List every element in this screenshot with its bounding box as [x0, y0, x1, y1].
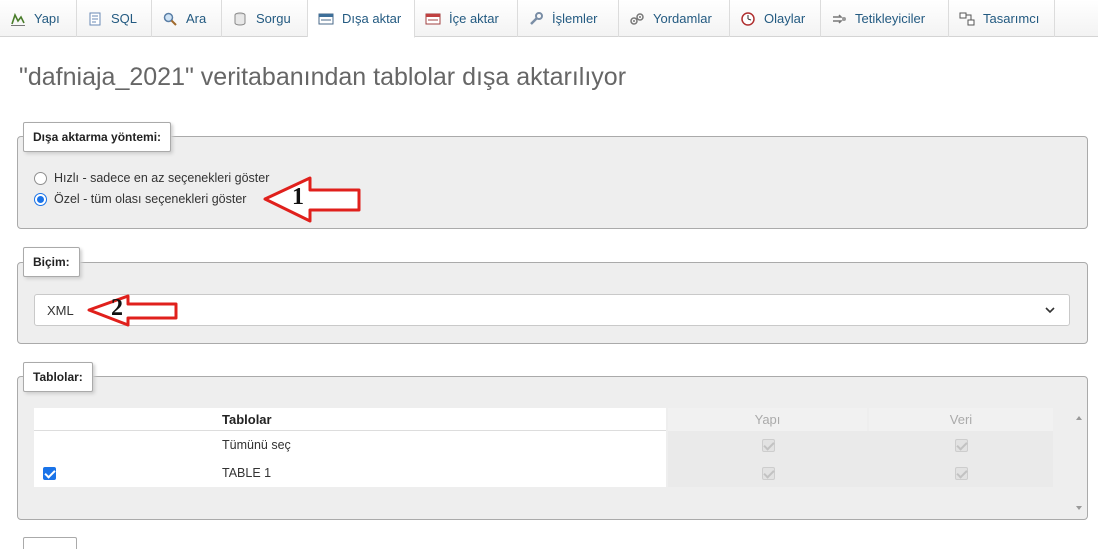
- export-method-custom-option[interactable]: Özel - tüm olası seçenekleri göster: [34, 192, 246, 206]
- select-all-data-checkbox: [955, 438, 968, 452]
- tab-routines[interactable]: Yordamlar: [619, 0, 730, 37]
- tables-legend: Tablolar:: [23, 362, 93, 392]
- tab-query[interactable]: Sorgu: [222, 0, 308, 37]
- table1-checkbox[interactable]: [43, 466, 56, 480]
- tab-operations[interactable]: İşlemler: [518, 0, 619, 37]
- wrench-icon: [528, 11, 544, 27]
- table-row-disabled-bg: [668, 431, 1053, 459]
- quick-radio[interactable]: [34, 171, 47, 185]
- tab-import[interactable]: İçe aktar: [415, 0, 518, 37]
- select-all-structure-checkbox: [762, 438, 775, 452]
- tab-label: İşlemler: [552, 11, 598, 26]
- quick-option-label: Hızlı - sadece en az seçenekleri göster: [54, 171, 270, 185]
- tables-column-header: Tablolar: [222, 412, 272, 427]
- custom-option-label: Özel - tüm olası seçenekleri göster: [54, 192, 247, 206]
- query-icon: [232, 11, 248, 27]
- table1-name: TABLE 1: [222, 466, 272, 480]
- annotation-marker-1: 1: [292, 184, 304, 210]
- annotation-marker-2: 2: [111, 295, 123, 321]
- tab-label: Ara: [186, 11, 207, 26]
- import-icon: [425, 11, 441, 27]
- tab-sql[interactable]: SQL: [77, 0, 152, 37]
- format-select[interactable]: XML: [34, 294, 1070, 326]
- tab-label: Dışa aktar: [342, 11, 402, 26]
- export-method-legend: Dışa aktarma yöntemi:: [23, 122, 172, 152]
- annotation-arrow-2: [87, 294, 178, 327]
- tab-label: İçe aktar: [449, 11, 499, 26]
- table-row: [34, 459, 666, 487]
- tables-scrollbar[interactable]: [1072, 410, 1086, 516]
- format-legend: Biçim:: [23, 247, 80, 277]
- tab-label: Sorgu: [256, 11, 291, 26]
- select-all-label[interactable]: Tümünü seç: [222, 431, 291, 459]
- table1-structure-checkbox: [762, 466, 775, 480]
- table-row-disabled-bg: [668, 459, 1053, 487]
- tab-structure[interactable]: Yapı: [0, 0, 77, 37]
- tab-label: Yordamlar: [653, 11, 712, 26]
- tab-label: Yapı: [34, 11, 60, 26]
- tab-events[interactable]: Olaylar: [730, 0, 821, 37]
- table1-data-checkbox: [955, 466, 968, 480]
- tab-export[interactable]: Dışa aktar: [308, 0, 415, 38]
- tab-label: Tasarımcı: [983, 11, 1040, 26]
- search-icon: [162, 11, 178, 27]
- format-select-value: XML: [47, 302, 74, 318]
- clock-icon: [740, 11, 756, 27]
- next-fieldset-legend: [23, 537, 77, 549]
- tab-triggers[interactable]: Tetikleyiciler: [821, 0, 949, 37]
- page-title: "dafniaja_2021" veritabanından tablolar …: [19, 63, 627, 91]
- tab-search[interactable]: Ara: [152, 0, 222, 37]
- data-column-header: Veri: [949, 412, 973, 427]
- designer-icon: [959, 11, 975, 27]
- tab-label: Olaylar: [764, 11, 806, 26]
- main-tab-bar: Yapı SQL Ara Sorgu Dışa aktar İçe aktar: [0, 0, 1098, 38]
- structure-column-header: Yapı: [754, 412, 781, 427]
- triggers-icon: [831, 11, 847, 27]
- routines-icon: [629, 11, 645, 27]
- export-icon: [318, 11, 334, 27]
- chevron-down-icon: [1043, 303, 1057, 320]
- tables-header-bg: [34, 408, 666, 431]
- tab-label: Tetikleyiciler: [855, 11, 926, 26]
- structure-icon: [10, 11, 26, 27]
- tab-designer[interactable]: Tasarımcı: [949, 0, 1055, 37]
- custom-radio[interactable]: [34, 192, 47, 206]
- scrollbar-arrows: [1076, 416, 1082, 510]
- export-method-quick-option[interactable]: Hızlı - sadece en az seçenekleri göster: [34, 171, 269, 185]
- tab-label: SQL: [111, 11, 138, 26]
- annotation-arrow-1: [263, 176, 361, 223]
- sql-icon: [87, 11, 103, 27]
- table-row: [34, 431, 666, 459]
